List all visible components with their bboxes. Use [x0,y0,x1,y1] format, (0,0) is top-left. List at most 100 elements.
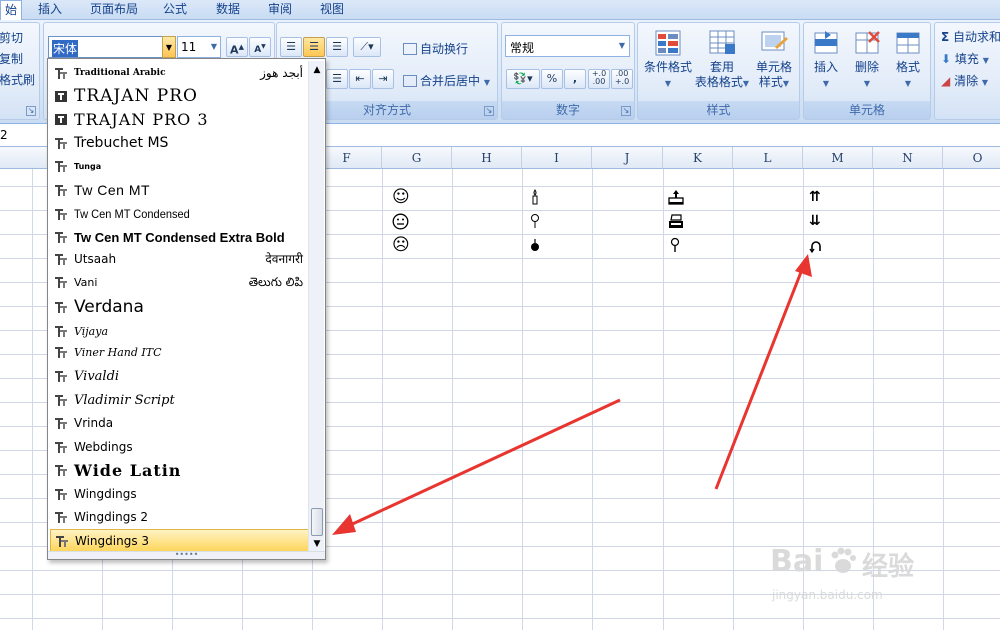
font-option[interactable]: Vijaya [50,320,309,343]
align-bottom-button[interactable]: ☰ [326,37,348,57]
tab-view[interactable]: 视图 [320,0,344,20]
font-option[interactable]: Trebuchet MS [50,132,309,155]
font-option[interactable]: Verdana [50,296,309,319]
font-option[interactable]: Vani తెలుగు లిపి [50,271,309,294]
merge-center-button[interactable]: 合并后居中 ▼ [403,72,490,89]
font-option[interactable]: Webdings [50,436,309,459]
comma-button[interactable]: , [564,69,586,89]
clear-button[interactable]: ◢ 清除 ▼ [941,72,988,89]
cell-i3[interactable] [530,237,540,256]
insert-cells-button[interactable]: 插入 ▼ [806,29,846,91]
shrink-font-button[interactable]: A▼ [249,37,271,57]
font-option[interactable]: Vrinda [50,412,309,435]
align-middle-button[interactable]: ☰ [303,37,325,57]
tab-page-layout[interactable]: 页面布局 [90,0,138,20]
font-name-dropdown-button[interactable]: ▼ [162,36,176,58]
copy-button[interactable]: 复制 [0,50,23,67]
number-launcher-icon[interactable]: ↘ [621,106,631,116]
ribbon-tab-bar: 始 插入 页面布局 公式 数据 审阅 视图 [0,0,1000,20]
font-option-label: Verdana [74,297,144,317]
alignment-launcher-icon[interactable]: ↘ [484,106,494,116]
font-option-label: Traditional Arabic [74,68,166,78]
conditional-format-button[interactable]: 条件格式 ▼ [640,29,696,91]
cell-k1[interactable] [668,189,684,208]
font-option[interactable]: Vivaldi [50,365,309,388]
font-option[interactable]: Tw Cen MT [50,179,309,202]
font-option[interactable]: Tw Cen MT Condensed [50,203,309,226]
column-header-n[interactable]: N [873,147,943,169]
font-option[interactable]: Traditional Arabic أبجد هوز [50,62,309,85]
cell-k3[interactable] [670,237,680,256]
font-option-label: Vivaldi [74,369,120,384]
decrease-indent-button[interactable]: ⇤ [349,69,371,89]
format-as-table-button[interactable]: 套用 表格格式▼ [692,29,752,91]
scroll-down-icon[interactable]: ▼ [310,537,324,551]
decrease-decimal-button[interactable]: .00 +.0 [611,69,633,89]
tab-formulas[interactable]: 公式 [163,0,187,20]
name-box-value[interactable]: 2 [0,128,8,142]
percent-button[interactable]: % [541,69,563,89]
format-painter-button[interactable]: 格式刷 [0,71,35,88]
font-option[interactable]: TRAJAN PRO 3 [50,108,309,131]
font-option[interactable]: Tw Cen MT Condensed Extra Bold [50,226,309,249]
font-list-scrollbar[interactable]: ▲ ▼ [308,61,324,551]
increase-decimal-button[interactable]: +.0.00 [588,69,610,89]
font-option[interactable]: Vladimir Script [50,389,309,412]
font-size-input[interactable]: 11 ▼ [177,36,221,58]
font-option-label: Vrinda [74,416,114,430]
resize-grip[interactable]: ••••• [48,551,325,559]
font-option[interactable]: Wingdings [50,483,309,506]
tab-insert[interactable]: 插入 [38,0,62,20]
align-top-button[interactable]: ☰ [280,37,302,57]
delete-cells-button[interactable]: 删除 ▼ [847,29,887,91]
accounting-format-button[interactable]: 💱▾ [506,69,540,89]
font-option[interactable]: Viner Hand ITC [50,341,309,364]
cell-g3[interactable]: ☹ [392,237,410,254]
align-right-button[interactable]: ☰ [326,69,348,89]
cell-i2[interactable] [530,213,540,232]
tab-data[interactable]: 数据 [216,0,240,20]
tab-home[interactable]: 始 [0,0,23,20]
cell-i1[interactable] [530,189,540,208]
cell-m3[interactable] [809,239,823,256]
grow-font-button[interactable]: A▲ [226,37,248,57]
column-header-h[interactable]: H [452,147,522,169]
fill-down-icon: ⬇ [941,52,952,66]
font-option[interactable]: TRAJAN PRO [50,85,309,108]
cell-g1[interactable]: ☺ [392,189,410,206]
font-option[interactable]: Wide Latin [50,459,309,482]
autosum-button[interactable]: Σ 自动求和 [941,28,1000,45]
number-format-value: 常规 [510,41,535,55]
column-header-j[interactable]: J [592,147,663,169]
column-header-g[interactable]: G [382,147,452,169]
cut-button[interactable]: 剪切 [0,29,23,46]
column-header-m[interactable]: M [803,147,873,169]
wrap-text-button[interactable]: 自动换行 [403,40,468,57]
font-dropdown-list[interactable]: Traditional Arabic أبجد هوز TRAJAN PRO TRAJ… [47,58,326,560]
bulb-icon [531,214,539,228]
font-name-input[interactable]: 宋体 [48,36,163,58]
format-cells-button[interactable]: 格式 ▼ [888,29,928,91]
cell-m1[interactable]: ⇈ [809,189,821,205]
scroll-up-icon[interactable]: ▲ [310,63,324,77]
fill-button[interactable]: ⬇ 填充 ▼ [941,50,989,67]
font-option[interactable]: Wingdings 2 [50,506,309,529]
cell-k2[interactable] [668,213,684,232]
orientation-button[interactable]: ⟋▾ [353,37,381,57]
column-header-l[interactable]: L [733,147,803,169]
column-header-k[interactable]: K [663,147,733,169]
font-option[interactable]: Tunga [50,155,309,178]
font-option[interactable]: Utsaah देवनागरी [50,248,309,271]
font-option-label: TRAJAN PRO 3 [74,110,209,129]
number-format-select[interactable]: 常规 ▼ [505,35,630,57]
scroll-thumb[interactable] [311,508,323,536]
column-header-o[interactable]: O [943,147,1000,169]
column-header-i[interactable]: I [522,147,592,169]
increase-indent-button[interactable]: ⇥ [372,69,394,89]
clipboard-launcher-icon[interactable]: ↘ [26,106,36,116]
cell-styles-button[interactable]: 单元格 样式▼ [750,29,798,91]
font-option[interactable]: Wingdings 3 [50,529,309,552]
cell-g2[interactable] [392,213,409,233]
cell-m2[interactable]: ⇊ [809,213,821,229]
tab-review[interactable]: 审阅 [268,0,292,20]
